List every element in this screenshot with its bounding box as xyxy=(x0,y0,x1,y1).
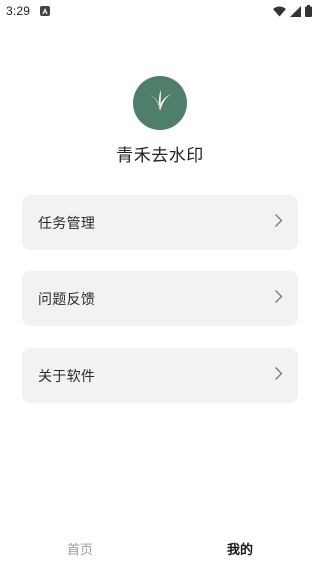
status-left: 3:29 xyxy=(6,4,51,18)
about-software-item[interactable]: 关于软件 xyxy=(22,348,298,403)
profile-screen: 3:29 青禾去水印 任务管理 问题反馈 关于软件 首页 我的 xyxy=(0,0,320,568)
sprout-icon xyxy=(146,89,174,117)
app-logo xyxy=(133,76,187,130)
wifi-icon xyxy=(273,6,286,17)
app-name: 青禾去水印 xyxy=(116,146,204,166)
bottom-tab-bar: 首页 我的 xyxy=(0,528,320,568)
task-management-item[interactable]: 任务管理 xyxy=(22,195,298,250)
notification-a-icon xyxy=(40,6,51,16)
signal-icon xyxy=(290,5,301,17)
status-time: 3:29 xyxy=(6,4,31,18)
tab-home[interactable]: 首页 xyxy=(0,528,160,568)
status-right xyxy=(273,5,312,17)
tab-mine[interactable]: 我的 xyxy=(160,528,320,568)
menu-item-label: 任务管理 xyxy=(38,215,96,232)
menu-item-label: 关于软件 xyxy=(38,368,96,385)
feedback-item[interactable]: 问题反馈 xyxy=(22,271,298,326)
chevron-right-icon xyxy=(274,213,283,232)
chevron-right-icon xyxy=(274,366,283,385)
status-bar: 3:29 xyxy=(0,0,320,22)
chevron-right-icon xyxy=(274,289,283,308)
menu-item-label: 问题反馈 xyxy=(38,291,96,308)
battery-icon xyxy=(305,5,312,17)
